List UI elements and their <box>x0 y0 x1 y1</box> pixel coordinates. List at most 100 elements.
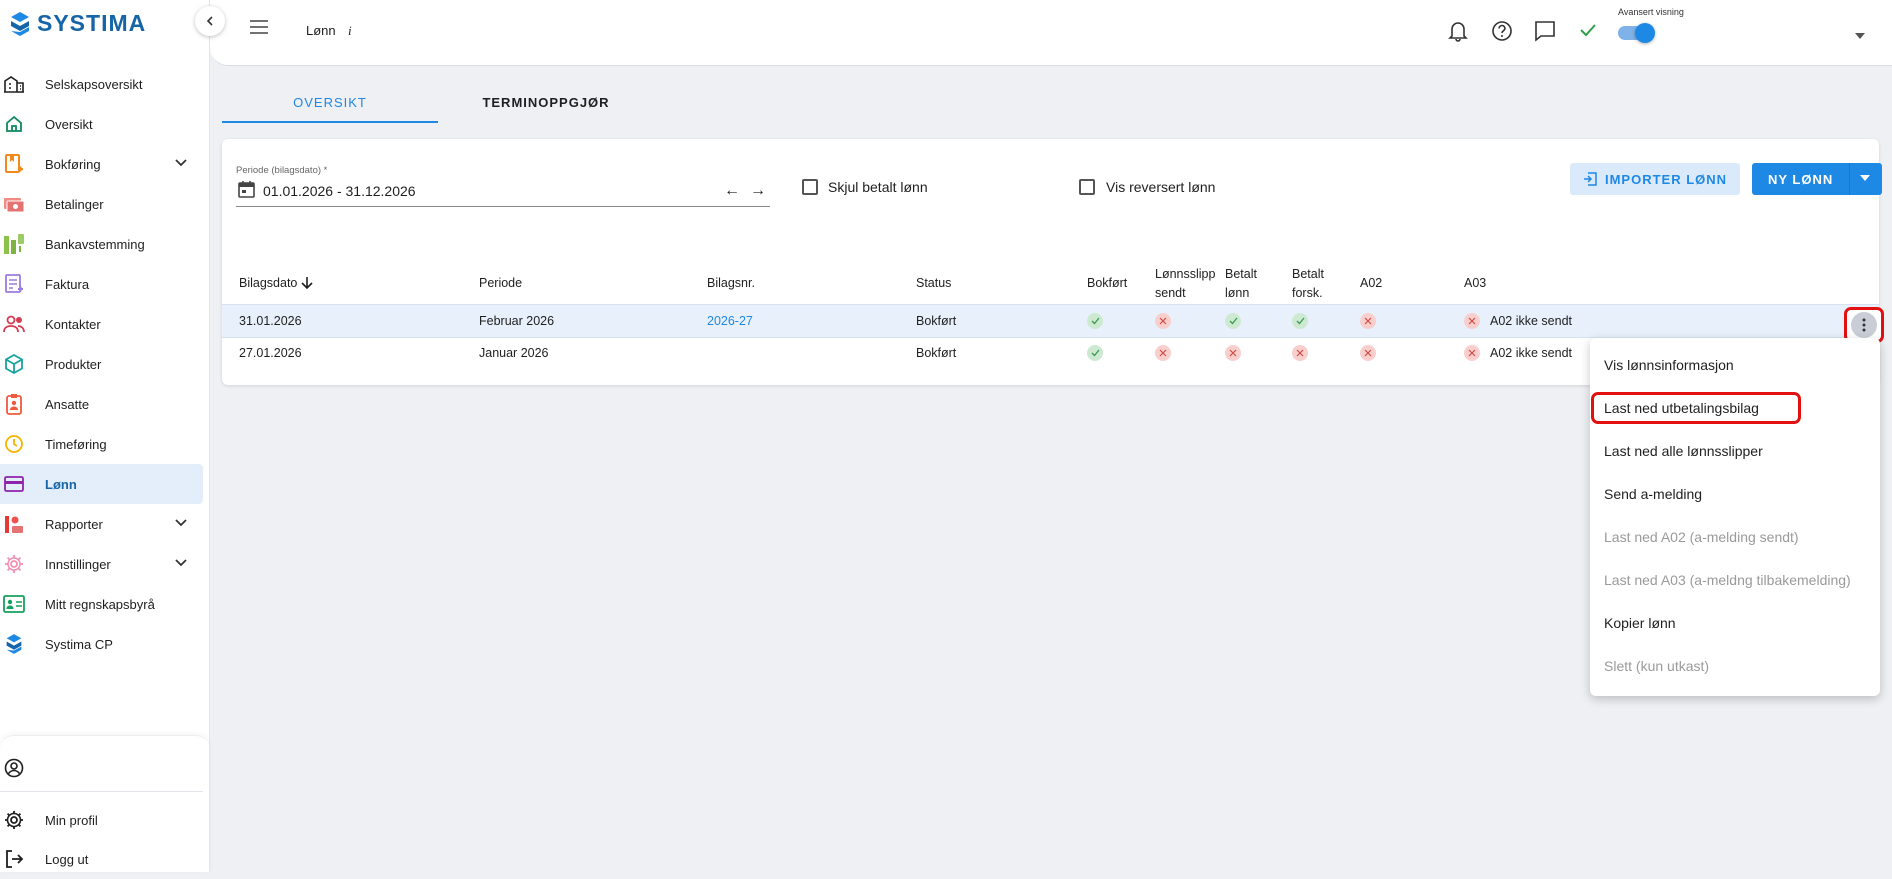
col-header-periode[interactable]: Periode <box>479 274 522 293</box>
sidebar-item-systima-cp[interactable]: Systima CP <box>0 624 210 664</box>
avatar-icon[interactable] <box>4 758 24 783</box>
caret-down-icon[interactable] <box>1860 175 1870 181</box>
collapse-sidebar-button[interactable] <box>195 6 225 36</box>
col-header-bilagsdato[interactable]: Bilagsdato <box>239 274 313 293</box>
bell-icon[interactable] <box>1448 20 1468 47</box>
calendar-icon[interactable] <box>238 180 255 203</box>
check-icon <box>1087 313 1103 329</box>
cell-bilagsnr-link[interactable]: 2026-27 <box>707 314 753 328</box>
sidebar-item-produkter[interactable]: Produkter <box>0 344 210 384</box>
gear-icon <box>2 808 26 832</box>
sidebar-item-label: Lønn <box>45 476 77 492</box>
table-row[interactable]: 31.01.2026 Februar 2026 2026-27 Bokført … <box>222 304 1879 338</box>
menu-item-send-a-melding[interactable]: Send a-melding <box>1604 486 1702 502</box>
tab-oversikt[interactable]: OVERSIKT <box>222 95 438 110</box>
chevron-down-icon[interactable] <box>174 556 188 570</box>
sidebar-item-kontakter[interactable]: Kontakter <box>0 304 210 344</box>
chat-icon[interactable] <box>1534 20 1556 47</box>
sidebar-item-oversikt[interactable]: Oversikt <box>0 104 210 144</box>
sidebar-item-bankavstemming[interactable]: Bankavstemming <box>0 224 210 264</box>
help-icon[interactable] <box>1491 20 1513 47</box>
col-header-a02[interactable]: A02 <box>1360 274 1382 293</box>
cross-icon <box>1292 345 1308 361</box>
info-icon[interactable]: i <box>348 23 352 39</box>
cross-icon <box>1464 345 1480 361</box>
show-reversed-label[interactable]: Vis reversert lønn <box>1106 179 1215 195</box>
sidebar-item-ansatte[interactable]: Ansatte <box>0 384 210 424</box>
toggle-knob <box>1635 23 1655 43</box>
arrow-left-icon[interactable]: ← <box>724 182 740 200</box>
chevron-down-icon[interactable] <box>174 516 188 530</box>
bank-reconcile-icon <box>2 232 26 256</box>
sidebar-item-label: Innstillinger <box>45 556 111 572</box>
sidebar-item-label: Ansatte <box>45 396 90 412</box>
arrow-right-icon[interactable]: → <box>750 182 766 200</box>
period-value[interactable]: 01.01.2026 - 31.12.2026 <box>263 183 416 199</box>
col-header-line: lønn <box>1225 286 1250 300</box>
sidebar-item-label: Mitt regnskapsbyrå <box>45 596 155 612</box>
sidebar-item-betalinger[interactable]: Betalinger <box>0 184 210 224</box>
chart-icon <box>2 512 26 536</box>
sidebar-bottom: Min profil Logg ut <box>0 735 210 872</box>
sidebar-item-label: Rapporter <box>45 516 103 532</box>
check-icon <box>1087 345 1103 361</box>
sidebar-item-mitt-regnskapsbyra[interactable]: Mitt regnskapsbyrå <box>0 584 210 624</box>
invoice-icon <box>2 272 26 296</box>
cross-icon <box>1155 345 1171 361</box>
menu-item-last-ned-alle-lonnsslipper[interactable]: Last ned alle lønnsslipper <box>1604 443 1763 459</box>
col-header-betalt-forsk[interactable]: Betalt forsk. <box>1292 265 1324 303</box>
hide-paid-label[interactable]: Skjul betalt lønn <box>828 179 928 195</box>
menu-icon[interactable] <box>250 20 268 39</box>
period-label: Periode (bilagsdato) * <box>236 165 328 176</box>
sidebar-item-lonn[interactable]: Lønn <box>0 464 203 504</box>
buildings-icon <box>2 72 26 96</box>
sidebar-item-selskapsoversikt[interactable]: Selskapsoversikt <box>0 64 210 104</box>
menu-item-vis-lonnsinformasjon[interactable]: Vis lønnsinformasjon <box>1604 357 1734 373</box>
advanced-view-toggle[interactable] <box>1618 23 1655 43</box>
systima-logo[interactable]: SYSTIMA <box>9 10 146 37</box>
badge-icon <box>2 392 26 416</box>
cross-icon <box>1225 345 1241 361</box>
cross-icon <box>1155 313 1171 329</box>
min-profil-label: Min profil <box>45 812 98 828</box>
sidebar-item-label: Selskapsoversikt <box>45 76 143 92</box>
cell-status: Bokført <box>916 314 957 328</box>
min-profil-link[interactable]: Min profil <box>0 800 98 840</box>
chevron-down-icon[interactable] <box>174 156 188 170</box>
sidebar-item-faktura[interactable]: Faktura <box>0 264 210 304</box>
cell-bilagsdato: 31.01.2026 <box>239 314 302 328</box>
col-header-status[interactable]: Status <box>916 274 951 293</box>
menu-item-last-ned-a02[interactable]: Last ned A02 (a-melding sendt) <box>1604 529 1799 545</box>
sidebar-item-label: Kontakter <box>45 316 101 332</box>
col-header-bokfort[interactable]: Bokført <box>1087 274 1127 293</box>
sidebar-item-rapporter[interactable]: Rapporter <box>0 504 210 544</box>
hide-paid-checkbox[interactable] <box>802 179 818 195</box>
sidebar-item-bokforing[interactable]: Bokføring <box>0 144 210 184</box>
menu-item-kopier-lonn[interactable]: Kopier lønn <box>1604 615 1676 631</box>
menu-item-last-ned-a03[interactable]: Last ned A03 (a-meldng tilbakemelding) <box>1604 572 1851 588</box>
sidebar-nav: Selskapsoversikt Oversikt Bokføring Beta… <box>0 64 210 664</box>
sidebar-item-timeforing[interactable]: Timeføring <box>0 424 210 464</box>
menu-item-slett[interactable]: Slett (kun utkast) <box>1604 658 1709 674</box>
show-reversed-checkbox[interactable] <box>1079 179 1095 195</box>
systima-icon <box>2 632 26 656</box>
tab-terminoppgjor[interactable]: TERMINOPPGJØR <box>438 95 654 110</box>
logout-link[interactable]: Logg ut <box>0 839 88 879</box>
cell-status: Bokført <box>916 346 957 360</box>
button-separator <box>1849 163 1850 195</box>
cell-bilagsdato: 27.01.2026 <box>239 346 302 360</box>
col-header-line: Lønnsslipp <box>1155 267 1216 281</box>
new-payroll-button[interactable]: NY LØNN <box>1752 163 1882 195</box>
caret-down-icon[interactable] <box>1855 26 1865 44</box>
sidebar-item-label: Betalinger <box>45 196 104 212</box>
col-header-label: Bilagsdato <box>239 276 298 290</box>
sidebar: SYSTIMA Selskapsoversikt Oversikt Bokfør… <box>0 0 210 872</box>
divider <box>0 791 203 792</box>
import-payroll-button[interactable]: IMPORTER LØNN <box>1570 163 1740 195</box>
col-header-lonnsslipp[interactable]: Lønnsslipp sendt <box>1155 265 1215 303</box>
col-header-bilagsnr[interactable]: Bilagsnr. <box>707 274 755 293</box>
sidebar-item-innstillinger[interactable]: Innstillinger <box>0 544 210 584</box>
col-header-a03[interactable]: A03 <box>1464 274 1486 293</box>
col-header-betalt-lonn[interactable]: Betalt lønn <box>1225 265 1257 303</box>
check-icon[interactable] <box>1578 20 1598 45</box>
